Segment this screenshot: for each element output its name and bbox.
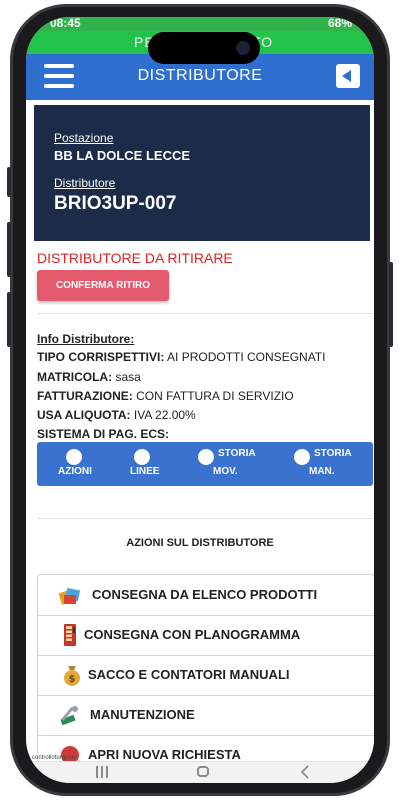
svg-text:$: $ — [69, 674, 76, 685]
tab-bar: AZIONI LINEE STORIA MOV. STORIA MAN. — [37, 442, 373, 486]
page-title: DISTRIBUTORE — [137, 67, 263, 84]
phone-power-button — [389, 262, 393, 347]
status-bar: 08:45 68% — [26, 17, 374, 31]
money-bag-icon: $ — [64, 666, 80, 686]
products-box-icon — [58, 587, 81, 605]
postazione-label: Postazione — [54, 131, 114, 145]
action-sacco-contatori[interactable]: $ SACCO E CONTATORI MANUALI — [38, 655, 374, 696]
phone-side-button — [7, 167, 11, 197]
info-row-sistema-pag: SISTEMA DI PAG. ECS: — [37, 427, 170, 441]
radio-icon[interactable] — [134, 449, 150, 465]
action-consegna-elenco[interactable]: CONSEGNA DA ELENCO PRODOTTI — [38, 575, 374, 616]
vending-machine-icon — [64, 624, 76, 646]
info-title: Info Distributore: — [37, 332, 135, 346]
dynamic-island — [148, 32, 260, 64]
action-label: MANUTENZIONE — [90, 707, 195, 722]
phone-volume-down — [7, 292, 11, 347]
info-row-matricola: MATRICOLA: sasa — [37, 370, 141, 384]
battery-level: 68% — [327, 17, 352, 30]
recents-icon[interactable] — [96, 766, 108, 778]
action-label: CONSEGNA DA ELENCO PRODOTTI — [92, 587, 318, 602]
action-label: SACCO E CONTATORI MANUALI — [88, 667, 290, 682]
action-label: CONSEGNA CON PLANOGRAMMA — [84, 627, 301, 642]
radio-icon[interactable] — [294, 449, 310, 465]
radio-icon[interactable] — [198, 449, 214, 465]
app-screen: 08:45 68% PE TO DISTRIBUTORE Postazione … — [26, 17, 374, 783]
system-nav-bar — [26, 761, 374, 783]
action-manutenzione[interactable]: MANUTENZIONE — [38, 695, 374, 736]
info-row-corrispettivi: TIPO CORRISPETTIVI: AI PRODOTTI CONSEGNA… — [37, 350, 326, 364]
machine-info-card: Postazione BB LA DOLCE LECCE Distributor… — [34, 105, 370, 241]
back-icon[interactable] — [336, 64, 360, 88]
back-nav-icon[interactable] — [298, 764, 314, 780]
postazione-value: BB LA DOLCE LECCE — [54, 148, 191, 163]
home-icon[interactable] — [197, 766, 209, 777]
info-row-aliquota: USA ALIQUOTA: IVA 22.00% — [37, 408, 196, 422]
radio-icon[interactable] — [66, 449, 82, 465]
phone-volume-up — [7, 222, 11, 277]
distributore-label: Distributore — [54, 176, 116, 190]
removal-notice: DISTRIBUTORE DA RITIRARE — [37, 250, 233, 266]
info-row-fatturazione: FATTURAZIONE: CON FATTURA DI SERVIZIO — [37, 389, 294, 403]
actions-list: CONSEGNA DA ELENCO PRODOTTI CONSEGNA CON… — [37, 574, 374, 776]
actions-section-title: AZIONI SUL DISTRIBUTORE — [126, 537, 274, 549]
camera-icon — [236, 41, 250, 55]
divider — [37, 313, 373, 314]
distributore-value: BRIO3UP-007 — [54, 193, 177, 214]
action-consegna-planogramma[interactable]: CONSEGNA CON PLANOGRAMMA — [38, 615, 374, 656]
confirm-removal-button[interactable]: CONFERMA RITIRO — [37, 270, 169, 301]
action-label: APRI NUOVA RICHIESTA — [88, 747, 241, 762]
status-time: 08:45 — [50, 17, 81, 30]
wrench-tools-icon — [60, 706, 78, 726]
divider — [37, 518, 373, 519]
